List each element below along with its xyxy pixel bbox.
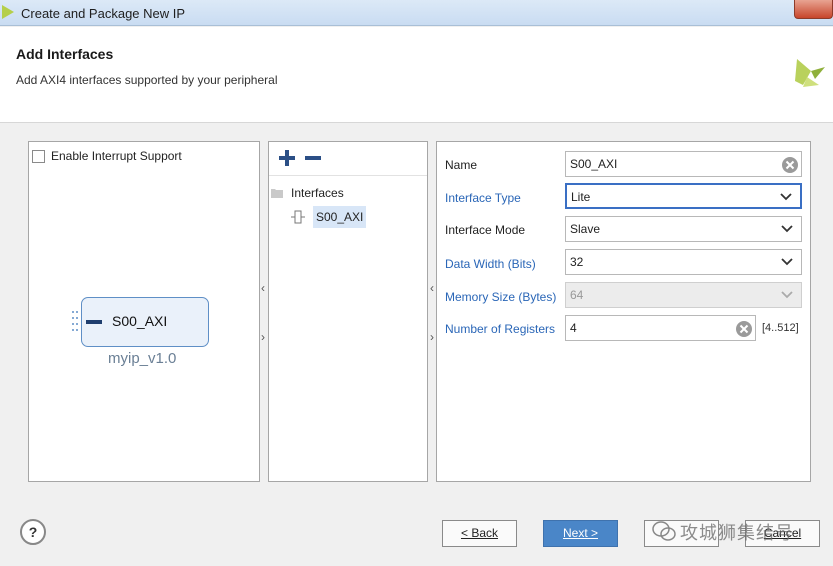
registers-value: 4 <box>570 321 577 335</box>
collapse-left-icon[interactable]: ‹ <box>261 281 265 295</box>
app-logo-icon <box>2 5 14 19</box>
close-button[interactable] <box>794 0 833 19</box>
ip-name: myip_v1.0 <box>108 350 177 367</box>
page-subtitle: Add AXI4 interfaces supported by your pe… <box>16 73 278 87</box>
page-header: Add Interfaces Add AXI4 interfaces suppo… <box>0 27 833 123</box>
name-value: S00_AXI <box>570 157 618 171</box>
memory-size-select: 64 <box>565 282 802 308</box>
expand-right-icon[interactable]: › <box>261 330 265 344</box>
port-handle-icon <box>72 311 78 331</box>
folder-icon <box>271 189 283 198</box>
memory-size-label[interactable]: Memory Size (Bytes) <box>445 290 556 304</box>
chevron-down-icon <box>780 193 792 201</box>
title-bar: Create and Package New IP <box>0 0 833 26</box>
collapse-port-icon[interactable] <box>86 320 102 324</box>
ip-block[interactable]: S00_AXI <box>81 297 209 347</box>
collapse-middle-icon[interactable]: ‹ <box>430 281 434 295</box>
clear-name-icon[interactable] <box>781 156 799 174</box>
chevron-down-icon <box>781 225 793 233</box>
wechat-watermark-icon <box>652 521 676 541</box>
tree-root-interfaces[interactable]: Interfaces <box>291 186 344 200</box>
interface-type-label[interactable]: Interface Type <box>445 191 521 205</box>
memory-size-value: 64 <box>570 288 584 302</box>
clear-registers-icon[interactable] <box>735 320 753 338</box>
vivado-logo-icon <box>795 59 825 87</box>
next-button[interactable]: Next > <box>543 520 618 547</box>
data-width-select[interactable]: 32 <box>565 249 802 275</box>
tree-item-s00-axi[interactable]: S00_AXI <box>313 206 367 228</box>
back-button[interactable]: < Back <box>442 520 517 547</box>
interface-properties-panel: Name S00_AXI Interface Type Lite Interfa… <box>436 141 811 482</box>
expand-middle-icon[interactable]: › <box>430 330 434 344</box>
ip-port-label: S00_AXI <box>112 313 168 329</box>
interface-type-value: Lite <box>571 190 591 204</box>
interface-type-select[interactable]: Lite <box>565 183 802 209</box>
interrupt-label: Enable Interrupt Support <box>51 149 182 163</box>
window-title: Create and Package New IP <box>21 6 186 21</box>
interface-mode-value: Slave <box>570 222 601 236</box>
interface-mode-label: Interface Mode <box>445 223 526 237</box>
chevron-down-icon <box>781 291 793 299</box>
add-interface-icon[interactable] <box>279 150 295 166</box>
interrupt-checkbox[interactable] <box>32 150 45 163</box>
interfaces-tree-panel: Interfaces S00_AXI <box>268 141 428 482</box>
tree-toolbar <box>269 142 427 176</box>
name-label: Name <box>445 158 478 172</box>
remove-interface-icon[interactable] <box>305 150 321 166</box>
help-button[interactable]: ? <box>20 519 46 545</box>
chevron-down-icon <box>781 258 793 266</box>
data-width-value: 32 <box>570 255 584 269</box>
ip-preview-panel: Enable Interrupt Support S00_AXI myip_v1… <box>28 141 260 482</box>
page-title: Add Interfaces <box>16 46 114 62</box>
data-width-label[interactable]: Data Width (Bits) <box>445 257 536 271</box>
watermark-text: 攻城狮集结号 <box>680 523 794 543</box>
interface-mode-select[interactable]: Slave <box>565 216 802 242</box>
registers-label[interactable]: Number of Registers <box>445 322 555 336</box>
interface-icon <box>291 210 305 224</box>
registers-range: [4..512] <box>762 322 799 334</box>
registers-field[interactable]: 4 <box>565 315 756 341</box>
name-field[interactable]: S00_AXI <box>565 151 802 177</box>
